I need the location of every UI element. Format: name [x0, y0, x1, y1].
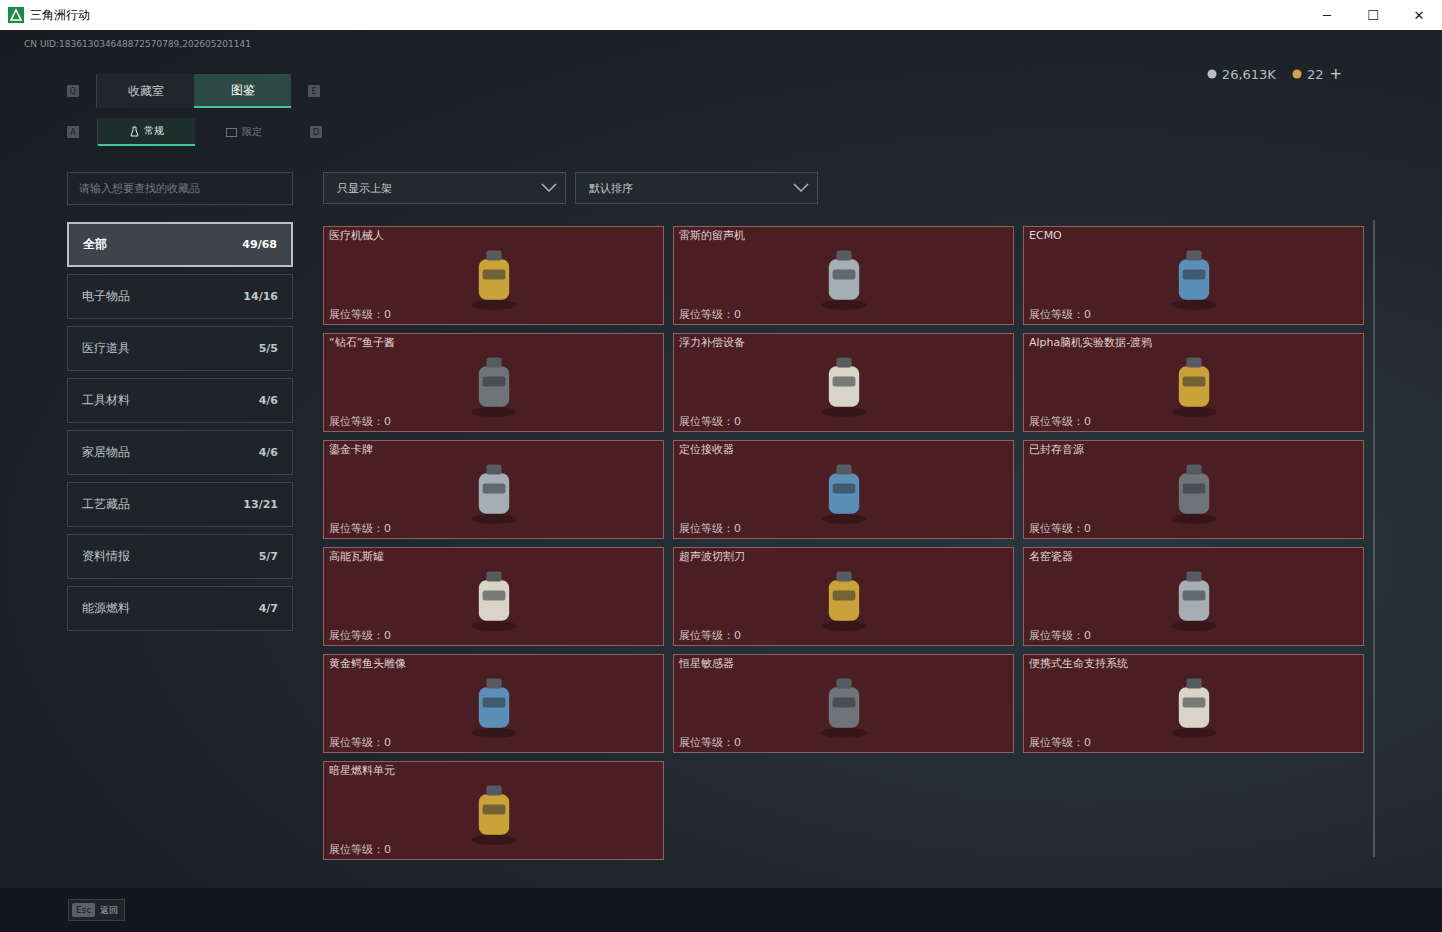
item-grid: 医疗机械人 展位等级：0雷斯的留声机 展位等级：0ECMO 展位等级：0 “钻石”… [323, 226, 1364, 860]
item-picture-icon [1156, 667, 1232, 743]
sidebar-item[interactable]: 电子物品 14/16 [67, 274, 293, 319]
item-card[interactable]: Alpha脑机实验数据-渡鸦 展位等级：0 [1023, 333, 1364, 432]
window-title: 三角洲行动 [30, 7, 1304, 24]
content: 请输入想要查找的收藏品 全部 49/68 电子物品 14/16 医疗道具 5/5 工具… [0, 172, 1442, 860]
currency-item: 26,613K [1207, 67, 1276, 82]
logo-icon [8, 7, 24, 23]
item-card[interactable]: 医疗机械人 展位等级：0 [323, 226, 664, 325]
key-hint: E [308, 85, 320, 97]
sidebar-item[interactable]: 医疗道具 5/5 [67, 326, 293, 371]
item-picture-icon [1156, 239, 1232, 315]
item-picture-icon [456, 239, 532, 315]
item-picture-icon [806, 346, 882, 422]
sidebar-item[interactable]: 全部 49/68 [67, 222, 293, 267]
item-picture-icon [806, 667, 882, 743]
item-card[interactable]: 鎏金卡牌 展位等级：0 [323, 440, 664, 539]
item-picture-icon [1156, 453, 1232, 529]
booth-level: 展位等级：0 [329, 522, 658, 536]
booth-level: 展位等级：0 [679, 522, 1008, 536]
booth-level: 展位等级：0 [1029, 629, 1358, 643]
booth-level: 展位等级：0 [679, 736, 1008, 750]
booth-level: 展位等级：0 [679, 308, 1008, 322]
sidebar-item[interactable]: 工艺藏品 13/21 [67, 482, 293, 527]
key-hint: A [67, 126, 79, 138]
scrollbar[interactable] [1373, 220, 1375, 857]
currency-item: 22 [1292, 67, 1324, 82]
main-area: CN UID:183613034648872570789,20260520114… [0, 30, 1442, 888]
uid-label: CN UID:183613034648872570789,20260520114… [24, 38, 322, 50]
item-picture-icon [806, 239, 882, 315]
item-card[interactable]: 雷斯的留声机 展位等级：0 [673, 226, 1014, 325]
filter-dropdown[interactable]: 只显示上架 [323, 172, 566, 204]
coin-icon [1292, 69, 1302, 79]
card-icon [226, 128, 237, 137]
item-picture-icon [456, 346, 532, 422]
flask-icon [130, 126, 139, 137]
booth-level: 展位等级：0 [1029, 415, 1358, 429]
item-picture-icon [806, 453, 882, 529]
filter-dropdown[interactable]: 默认排序 [575, 172, 818, 204]
item-card[interactable]: 定位接收器 展位等级：0 [673, 440, 1014, 539]
window-control-button[interactable]: ✕ [1396, 0, 1442, 30]
search-field[interactable]: 请输入想要查找的收藏品 [67, 172, 293, 205]
key-hint: D [310, 126, 322, 138]
subtab-bar: A 常规 限定 D [67, 118, 322, 146]
coin-icon [1207, 69, 1217, 79]
item-picture-icon [456, 774, 532, 850]
item-picture-icon [456, 453, 532, 529]
item-card[interactable]: ECMO 展位等级：0 [1023, 226, 1364, 325]
item-card[interactable]: 高能瓦斯罐 展位等级：0 [323, 547, 664, 646]
item-card[interactable]: 已封存音源 展位等级：0 [1023, 440, 1364, 539]
collection-panel: 只显示上架 默认排序 医疗机械人 展位等级：0雷斯的留声机 展位等级：0ECMO… [323, 172, 1375, 860]
footer-bar: Esc 返回 [0, 888, 1442, 932]
currency-bar: 26,613K 22 + [1207, 38, 1442, 84]
item-picture-icon [1156, 560, 1232, 636]
sidebar-item[interactable]: 家居物品 4/6 [67, 430, 293, 475]
item-card[interactable]: 暗星燃料单元 展位等级：0 [323, 761, 664, 860]
window-control-button[interactable]: ─ [1304, 0, 1350, 30]
sidebar-item[interactable]: 能源燃料 4/7 [67, 586, 293, 631]
item-card[interactable]: 名窑瓷器 展位等级：0 [1023, 547, 1364, 646]
booth-level: 展位等级：0 [1029, 308, 1358, 322]
top-area: CN UID:183613034648872570789,20260520114… [0, 38, 1442, 146]
item-picture-icon [806, 560, 882, 636]
window-controls: ─☐✕ [1304, 0, 1442, 30]
booth-level: 展位等级：0 [329, 629, 658, 643]
back-button[interactable]: Esc 返回 [68, 899, 125, 921]
chevron-down-icon [793, 183, 809, 193]
tab-bar: Q 收藏室图鉴 E [67, 74, 322, 108]
tab[interactable]: 图鉴 [194, 74, 291, 108]
key-hint: Q [67, 85, 79, 97]
booth-level: 展位等级：0 [1029, 736, 1358, 750]
subtab[interactable]: 限定 [195, 118, 292, 146]
booth-level: 展位等级：0 [329, 308, 658, 322]
item-card[interactable]: 浮力补偿设备 展位等级：0 [673, 333, 1014, 432]
window-control-button[interactable]: ☐ [1350, 0, 1396, 30]
booth-level: 展位等级：0 [1029, 522, 1358, 536]
sidebar: 请输入想要查找的收藏品 全部 49/68 电子物品 14/16 医疗道具 5/5 工具… [67, 172, 293, 860]
add-currency-button[interactable]: + [1329, 65, 1342, 83]
sidebar-item[interactable]: 资料情报 5/7 [67, 534, 293, 579]
title-bar: 三角洲行动 ─☐✕ [0, 0, 1442, 30]
item-card[interactable]: “钻石”鱼子酱 展位等级：0 [323, 333, 664, 432]
subtab[interactable]: 常规 [98, 118, 195, 146]
sidebar-item[interactable]: 工具材料 4/6 [67, 378, 293, 423]
game-window: 三角洲行动 ─☐✕ CN UID:183613034648872570789,2… [0, 0, 1442, 932]
booth-level: 展位等级：0 [679, 415, 1008, 429]
booth-level: 展位等级：0 [329, 415, 658, 429]
item-card[interactable]: 恒星敏感器 展位等级：0 [673, 654, 1014, 753]
booth-level: 展位等级：0 [329, 843, 658, 857]
chevron-down-icon [541, 183, 557, 193]
item-card[interactable]: 黄金鳄鱼头雕像 展位等级：0 [323, 654, 664, 753]
item-card[interactable]: 便携式生命支持系统 展位等级：0 [1023, 654, 1364, 753]
item-card[interactable]: 超声波切割刀 展位等级：0 [673, 547, 1014, 646]
item-picture-icon [456, 667, 532, 743]
item-picture-icon [456, 560, 532, 636]
tab[interactable]: 收藏室 [97, 74, 194, 108]
booth-level: 展位等级：0 [329, 736, 658, 750]
booth-level: 展位等级：0 [679, 629, 1008, 643]
item-picture-icon [1156, 346, 1232, 422]
